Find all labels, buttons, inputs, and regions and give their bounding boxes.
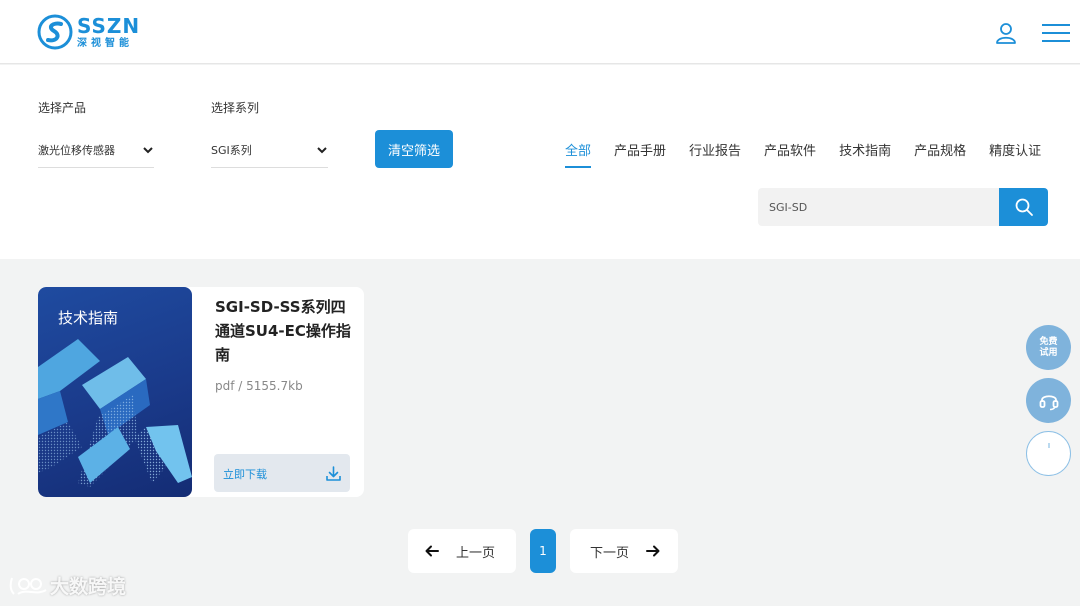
tab-accuracy-cert[interactable]: 精度认证 xyxy=(989,140,1041,170)
tab-tech-guide[interactable]: 技术指南 xyxy=(839,140,891,170)
clear-filter-button[interactable]: 清空筛选 xyxy=(375,130,453,168)
prev-page-button[interactable]: 上一页 xyxy=(408,529,516,573)
category-tabs: 全部 产品手册 行业报告 产品软件 技术指南 产品规格 精度认证 xyxy=(565,140,1041,170)
product-select[interactable]: 激光位移传感器 xyxy=(38,132,154,168)
user-icon[interactable] xyxy=(994,21,1018,45)
logo[interactable]: SSZN 深视智能 xyxy=(37,14,140,50)
logo-text-cn: 深视智能 xyxy=(77,37,133,49)
product-select-value: 激光位移传感器 xyxy=(38,143,115,157)
logo-mark-icon xyxy=(37,14,73,50)
headset-icon xyxy=(1039,394,1058,410)
tab-product-software[interactable]: 产品软件 xyxy=(764,140,816,170)
search-input[interactable] xyxy=(758,188,999,226)
tab-product-manual[interactable]: 产品手册 xyxy=(614,140,666,170)
free-trial-line1: 免费 xyxy=(1039,336,1058,347)
document-cover[interactable]: 技术指南 xyxy=(38,287,192,497)
next-page-button[interactable]: 下一页 xyxy=(570,529,678,573)
watermark-logo-icon xyxy=(9,577,47,595)
cover-category-label: 技术指南 xyxy=(58,309,119,327)
document-card[interactable]: 技术指南 SGI-SD-SS系列四通道SU4-EC操作指南 pdf / 5155… xyxy=(38,287,364,497)
series-select-label: 选择系列 xyxy=(211,101,260,115)
search-icon xyxy=(1015,198,1033,216)
document-title[interactable]: SGI-SD-SS系列四通道SU4-EC操作指南 xyxy=(215,295,355,367)
next-page-label: 下一页 xyxy=(590,545,630,561)
customer-service-button[interactable] xyxy=(1026,378,1071,423)
chevron-down-icon xyxy=(317,146,327,153)
back-to-top-icon xyxy=(1047,442,1050,448)
arrow-right-icon xyxy=(646,545,660,557)
prev-page-label: 上一页 xyxy=(456,545,496,561)
download-label: 立即下载 xyxy=(223,468,267,481)
search-button[interactable] xyxy=(999,188,1048,226)
site-header: SSZN 深视智能 xyxy=(0,0,1080,64)
product-select-label: 选择产品 xyxy=(38,101,87,115)
back-to-top-button[interactable] xyxy=(1026,431,1071,476)
hamburger-menu-icon[interactable] xyxy=(1042,24,1070,44)
download-icon xyxy=(326,466,341,481)
page-number-current[interactable]: 1 xyxy=(530,529,556,573)
tab-product-spec[interactable]: 产品规格 xyxy=(914,140,966,170)
tab-all[interactable]: 全部 xyxy=(565,140,592,170)
download-button[interactable]: 立即下载 xyxy=(214,454,350,492)
free-trial-line2: 试用 xyxy=(1039,347,1058,358)
tab-industry-report[interactable]: 行业报告 xyxy=(689,140,741,170)
logo-text-en: SSZN xyxy=(77,13,141,38)
document-meta: pdf / 5155.7kb xyxy=(215,379,303,393)
watermark-text: 大数跨境 xyxy=(50,576,127,598)
filter-panel: 选择产品 激光位移传感器 选择系列 SGI系列 清空筛选 全部 产品手册 行业报… xyxy=(0,65,1080,259)
free-trial-button[interactable]: 免费 试用 xyxy=(1026,325,1071,370)
watermark: 大数跨境 xyxy=(8,572,126,599)
arrow-left-icon xyxy=(425,545,439,557)
series-select[interactable]: SGI系列 xyxy=(211,132,328,168)
chevron-down-icon xyxy=(143,146,153,153)
series-select-value: SGI系列 xyxy=(211,143,252,157)
